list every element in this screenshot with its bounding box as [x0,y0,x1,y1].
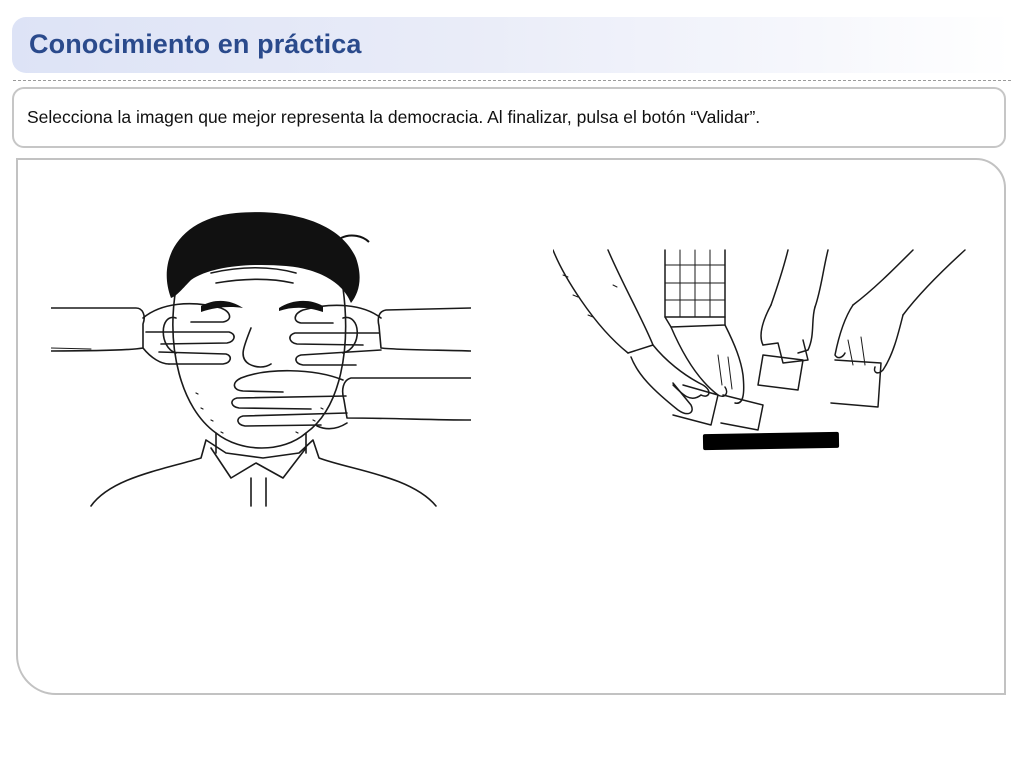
activity-panel [16,158,1006,695]
hands-casting-votes-illustration [553,249,966,451]
censored-man-illustration [51,212,471,507]
option-censorship-image[interactable] [51,208,471,508]
page-title: Conocimiento en práctica [29,29,362,59]
title-bar: Conocimiento en práctica [12,17,1012,73]
ballot-slot [702,431,840,451]
instruction-text: Selecciona la imagen que mejor represent… [27,107,761,127]
instruction-box: Selecciona la imagen que mejor represent… [12,87,1006,148]
title-divider [13,80,1011,81]
option-voting-image[interactable] [553,245,971,460]
hair [166,212,360,303]
